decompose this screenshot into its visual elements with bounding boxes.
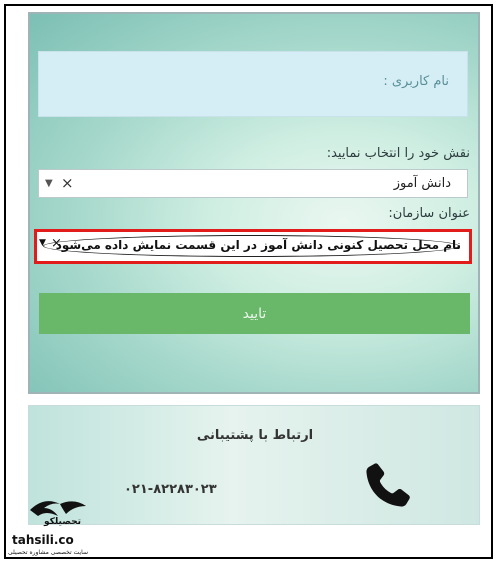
logo-brand-text: تحصیلکو [44,517,81,527]
phone-icon [366,463,410,507]
chevron-down-icon[interactable]: ▼ [39,238,46,248]
organization-select[interactable]: ▼ × نام محل تحصیل کنونی دانش آموز در این… [34,229,472,264]
role-select[interactable]: ▼ × دانش آموز [38,169,468,198]
organization-label: عنوان سازمان: [388,206,470,221]
clear-icon[interactable]: × [61,174,74,192]
support-title: ارتباط با پشتیبانی [196,428,314,443]
support-phone-number: ۰۲۱-۸۲۲۸۳۰۲۳ [124,482,217,497]
role-selected-value: دانش آموز [393,176,451,191]
username-input[interactable]: نام کاربری : [38,51,468,117]
logo-url-text: tahsili.co [12,533,74,547]
organization-value: نام محل تحصیل کنونی دانش آموز در این قسم… [55,238,461,252]
role-label: نقش خود را انتخاب نمایید: [326,146,470,161]
logo-tagline: سایت تخصصی مشاوره تحصیلی [8,549,88,556]
submit-button[interactable]: تایید [39,293,470,334]
username-placeholder: نام کاربری : [383,74,449,89]
chevron-down-icon[interactable]: ▼ [45,178,53,189]
